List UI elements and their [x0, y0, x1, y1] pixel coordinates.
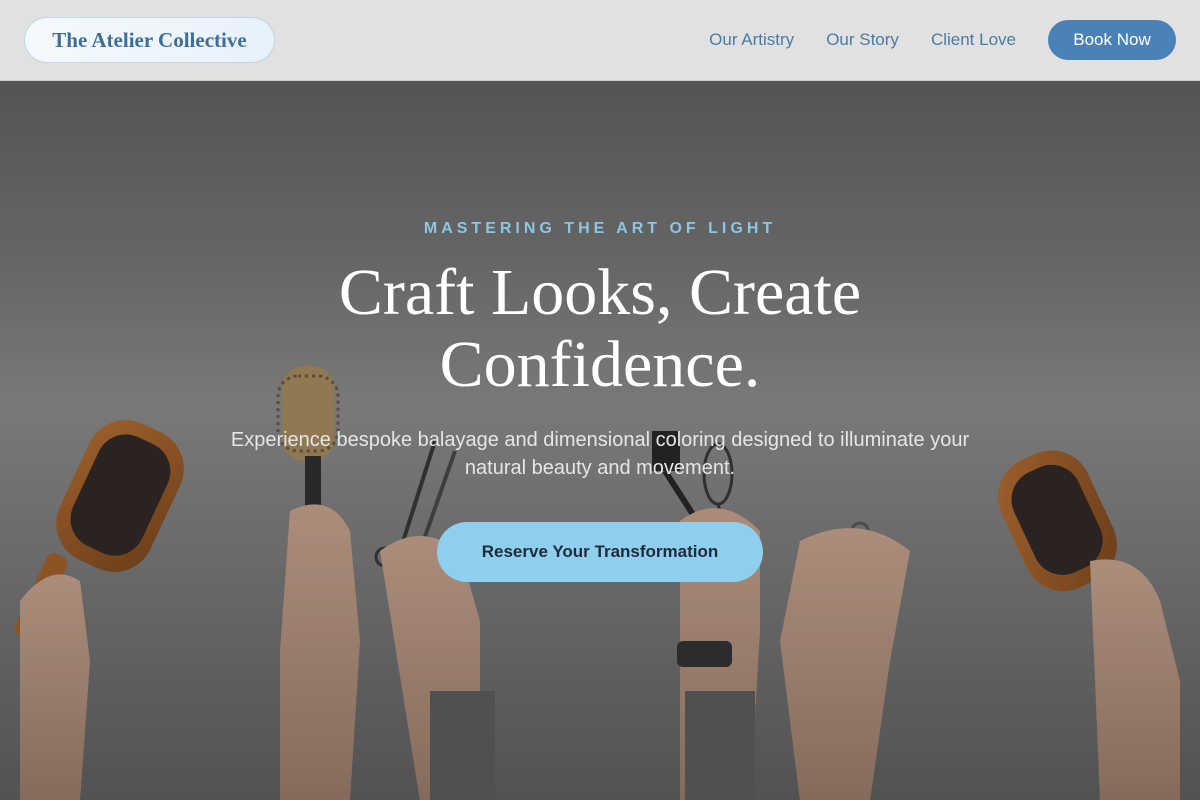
- site-header: The Atelier Collective Our Artistry Our …: [0, 0, 1200, 81]
- logo[interactable]: The Atelier Collective: [24, 17, 275, 63]
- logo-text: The Atelier Collective: [52, 27, 247, 52]
- book-now-button[interactable]: Book Now: [1048, 20, 1176, 60]
- nav-link-our-story[interactable]: Our Story: [826, 30, 899, 50]
- reserve-transformation-button[interactable]: Reserve Your Transformation: [437, 522, 763, 582]
- hero-eyebrow: MASTERING THE ART OF LIGHT: [423, 220, 777, 237]
- nav-link-our-artistry[interactable]: Our Artistry: [709, 30, 794, 50]
- hero-section: MASTERING THE ART OF LIGHT Craft Looks, …: [0, 81, 1200, 800]
- main-nav: Our Artistry Our Story Client Love Book …: [709, 20, 1176, 60]
- hero-headline: Craft Looks, Create Confidence.: [338, 256, 862, 401]
- nav-link-client-love[interactable]: Client Love: [931, 30, 1016, 50]
- hero-subtext: Experience bespoke balayage and dimensio…: [230, 429, 970, 479]
- hero-content: MASTERING THE ART OF LIGHT Craft Looks, …: [0, 81, 1200, 800]
